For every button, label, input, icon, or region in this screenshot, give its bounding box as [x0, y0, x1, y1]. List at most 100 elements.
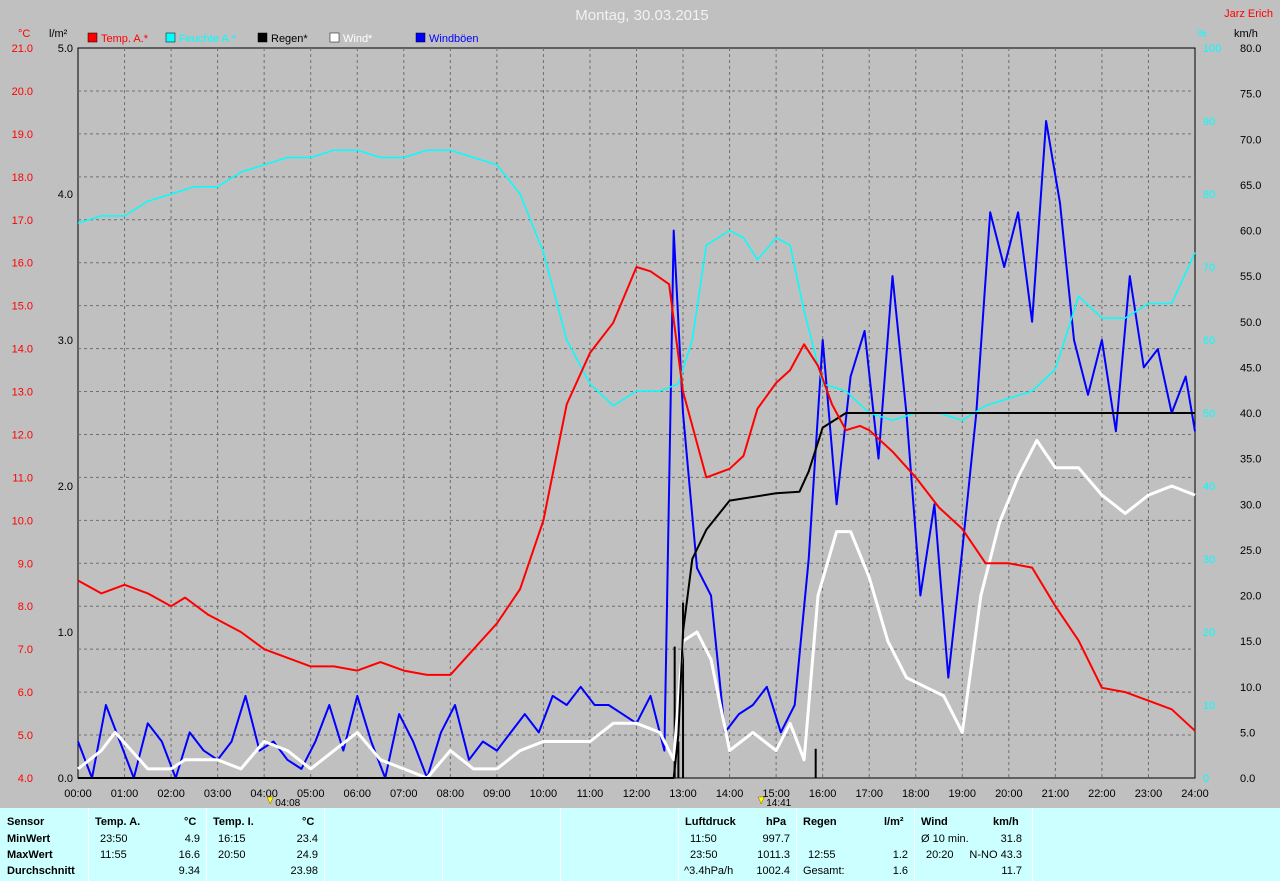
pressure-max-time: 23:50	[690, 849, 718, 861]
weather-chart: Montag, 30.03.2015 Jarz Erich °C l/m²% km/h T…	[0, 0, 1280, 808]
wind-avg-value: 11.7	[1001, 865, 1022, 877]
rain-tick-label: 1.0	[58, 627, 73, 639]
pressure-max-value: 1011.3	[757, 849, 790, 861]
column-divider	[88, 808, 89, 881]
wind-max-time: 20:20	[926, 849, 954, 861]
temp-tick-label: 12.0	[12, 429, 33, 441]
legend-swatch	[87, 32, 98, 43]
column-divider	[914, 808, 915, 881]
temp-i-max-value: 24.9	[296, 849, 318, 861]
temp-tick-label: 19.0	[12, 129, 33, 141]
wind-tick-label: 10.0	[1240, 682, 1261, 694]
temp-tick-label: 10.0	[12, 515, 33, 527]
wind-axis-unit: km/h	[1234, 28, 1258, 40]
wind-tick-label: 50.0	[1240, 317, 1261, 329]
rain-tick-label: 4.0	[58, 189, 73, 201]
time-tick-label: 13:00	[669, 788, 697, 800]
pressure-trend: ^3.4hPa/h	[684, 865, 734, 877]
temp-tick-label: 5.0	[18, 730, 33, 742]
wind-tick-label: 65.0	[1240, 180, 1261, 192]
time-tick-label: 17:00	[855, 788, 883, 800]
wind-avg10-value: 31.8	[1000, 833, 1022, 845]
column-divider	[560, 808, 561, 881]
rain-total-value: 1.6	[892, 865, 908, 877]
temp-a-header: Temp. A.	[95, 816, 141, 828]
humidity-tick-label: 10	[1203, 700, 1215, 712]
wind-tick-label: 45.0	[1240, 362, 1261, 374]
sensor-header: Sensor	[7, 816, 45, 828]
wind-tick-label: 80.0	[1240, 43, 1261, 55]
pressure-unit: hPa	[766, 816, 787, 828]
time-tick-label: 23:00	[1135, 788, 1163, 800]
rain-max-value: 1.2	[892, 849, 908, 861]
humidity-tick-label: 80	[1203, 189, 1215, 201]
legend-label: Regen*	[271, 33, 308, 45]
time-tick-label: 12:00	[623, 788, 651, 800]
column-divider	[324, 808, 325, 881]
wind-tick-label: 30.0	[1240, 499, 1261, 511]
wind-tick-label: 5.0	[1240, 727, 1255, 739]
humidity-tick-label: 70	[1203, 262, 1215, 274]
humidity-tick-label: 30	[1203, 554, 1215, 566]
temp-a-min-value: 4.9	[184, 833, 200, 845]
temp-i-min-value: 23.4	[296, 833, 318, 845]
chart-author: Jarz Erich	[1224, 8, 1273, 20]
wind-unit: km/h	[993, 816, 1019, 828]
humidity-tick-label: 90	[1203, 116, 1215, 128]
time-tick-label: 09:00	[483, 788, 511, 800]
legend-swatch	[415, 32, 426, 43]
sun-marker-icon	[266, 796, 274, 805]
temp-a-min-time: 23:50	[100, 833, 128, 845]
temp-i-min-time: 16:15	[218, 833, 246, 845]
humidity-tick-label: 0	[1203, 773, 1209, 785]
temp-tick-label: 13.0	[12, 387, 33, 399]
chart-title: Montag, 30.03.2015	[575, 7, 708, 24]
temp-tick-label: 17.0	[12, 215, 33, 227]
temp-tick-label: 18.0	[12, 172, 33, 184]
temp-tick-label: 7.0	[18, 644, 33, 656]
temp-i-header: Temp. I.	[213, 816, 254, 828]
humidity-axis-unit: %	[1197, 28, 1207, 40]
statistics-panel: Sensor MinWert MaxWert Durchschnitt Temp…	[0, 808, 1280, 881]
time-tick-label: 03:00	[204, 788, 232, 800]
time-tick-label: 14:00	[716, 788, 744, 800]
temp-tick-label: 9.0	[18, 558, 33, 570]
rain-max-time: 12:55	[808, 849, 836, 861]
wind-tick-label: 35.0	[1240, 454, 1261, 466]
column-divider	[796, 808, 797, 881]
temp-tick-label: 14.0	[12, 344, 33, 356]
legend-label: Feuchte A.*	[179, 33, 237, 45]
column-divider	[1032, 808, 1033, 881]
sun-marker-label: 04:08	[275, 798, 300, 808]
temp-a-max-time: 11:55	[100, 849, 127, 861]
time-tick-label: 08:00	[437, 788, 465, 800]
time-tick-label: 05:00	[297, 788, 325, 800]
legend-swatch	[257, 32, 268, 43]
time-tick-label: 20:00	[995, 788, 1023, 800]
wind-header: Wind	[921, 816, 948, 828]
time-tick-label: 06:00	[343, 788, 371, 800]
legend-label: Temp. A.*	[101, 33, 149, 45]
column-divider	[442, 808, 443, 881]
temp-i-max-time: 20:50	[218, 849, 246, 861]
temp-tick-label: 8.0	[18, 601, 33, 613]
wind-tick-label: 20.0	[1240, 591, 1261, 603]
rain-axis-unit: l/m²	[49, 28, 68, 40]
rain-total-label: Gesamt:	[803, 865, 845, 877]
pressure-min-time: 11:50	[690, 833, 717, 845]
temp-a-avg-value: 9.34	[178, 865, 200, 877]
humidity-tick-label: 50	[1203, 408, 1215, 420]
time-tick-label: 00:00	[64, 788, 92, 800]
time-tick-label: 10:00	[530, 788, 558, 800]
rain-tick-label: 3.0	[58, 335, 73, 347]
time-tick-label: 07:00	[390, 788, 418, 800]
time-tick-label: 24:00	[1181, 788, 1209, 800]
temp-tick-label: 21.0	[12, 43, 33, 55]
temp-i-unit: °C	[302, 816, 315, 828]
time-tick-label: 19:00	[949, 788, 977, 800]
row-label-min: MinWert	[7, 833, 51, 845]
pressure-min-value: 997.7	[762, 833, 790, 845]
wind-tick-label: 60.0	[1240, 226, 1261, 238]
temp-a-max-value: 16.6	[178, 849, 200, 861]
wind-tick-label: 70.0	[1240, 134, 1261, 146]
